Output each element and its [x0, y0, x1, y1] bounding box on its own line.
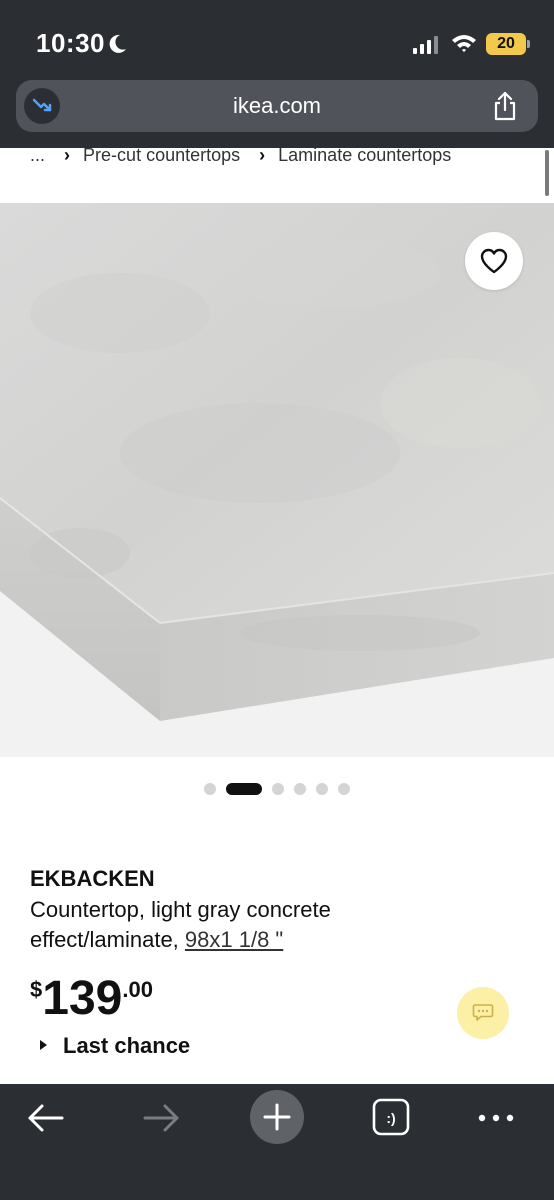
breadcrumb-ellipsis[interactable]: ...: [30, 145, 45, 166]
triangle-right-icon: [40, 1040, 47, 1051]
status-time: 10:30: [36, 28, 105, 58]
back-button[interactable]: [16, 1098, 76, 1158]
chat-icon: [472, 1004, 494, 1021]
plus-icon: [263, 1103, 291, 1131]
url-bar[interactable]: ikea.com: [16, 80, 538, 132]
forward-arrow-icon: [143, 1104, 179, 1132]
price: $139.00: [30, 973, 153, 1025]
price-integer: 139: [42, 972, 123, 1025]
back-arrow-icon: [28, 1104, 64, 1132]
last-chance-label: Last chance: [63, 1033, 191, 1058]
carousel-dot-active[interactable]: [226, 782, 262, 795]
moon-icon: [109, 34, 126, 53]
product-size-link[interactable]: 98x1 1/8 ": [185, 927, 283, 952]
tabs-label: :): [386, 1110, 395, 1126]
more-icon: [478, 1114, 514, 1122]
new-tab-button[interactable]: [250, 1090, 304, 1144]
breadcrumb-laminate[interactable]: Laminate countertops: [278, 145, 451, 166]
breadcrumb: ... › Pre-cut countertops › Laminate cou…: [30, 145, 451, 169]
carousel-dot[interactable]: [338, 782, 350, 795]
top-chrome: 10:30 20 ikea.com: [0, 0, 554, 148]
chevron-right-icon: ›: [259, 145, 266, 165]
signal-icon: [413, 36, 438, 54]
product-description-text: Countertop, light gray concrete effect/l…: [30, 897, 331, 952]
more-button[interactable]: [468, 1098, 528, 1158]
chevron-right-icon: ›: [64, 145, 71, 165]
favorite-button[interactable]: [465, 232, 523, 290]
price-decimal: .00: [122, 977, 153, 1002]
countertop-image: [0, 203, 554, 757]
carousel-dot[interactable]: [272, 782, 284, 795]
price-currency: $: [30, 977, 43, 1002]
last-chance-badge[interactable]: Last chance: [40, 1033, 190, 1059]
battery-icon: 20: [486, 33, 526, 55]
share-icon[interactable]: [490, 90, 520, 122]
url-text[interactable]: ikea.com: [16, 93, 538, 119]
bottom-toolbar: :): [0, 1084, 554, 1200]
breadcrumb-pre-cut[interactable]: Pre-cut countertops: [83, 145, 240, 166]
chat-button[interactable]: [457, 987, 509, 1039]
product-image[interactable]: [0, 203, 554, 757]
forward-button[interactable]: [131, 1098, 191, 1158]
tabs-icon: :): [372, 1098, 410, 1136]
product-description: Countertop, light gray concrete effect/l…: [30, 895, 450, 955]
heart-icon: [480, 248, 508, 274]
carousel-dots: [0, 780, 554, 795]
carousel-dot[interactable]: [204, 782, 216, 795]
tabs-button[interactable]: :): [370, 1098, 430, 1158]
battery-nub: [527, 40, 530, 48]
carousel-dot[interactable]: [294, 782, 306, 795]
wifi-icon: [452, 35, 476, 52]
carousel-dot[interactable]: [316, 782, 328, 795]
scrollbar[interactable]: [545, 150, 549, 196]
product-name: EKBACKEN: [30, 866, 155, 891]
